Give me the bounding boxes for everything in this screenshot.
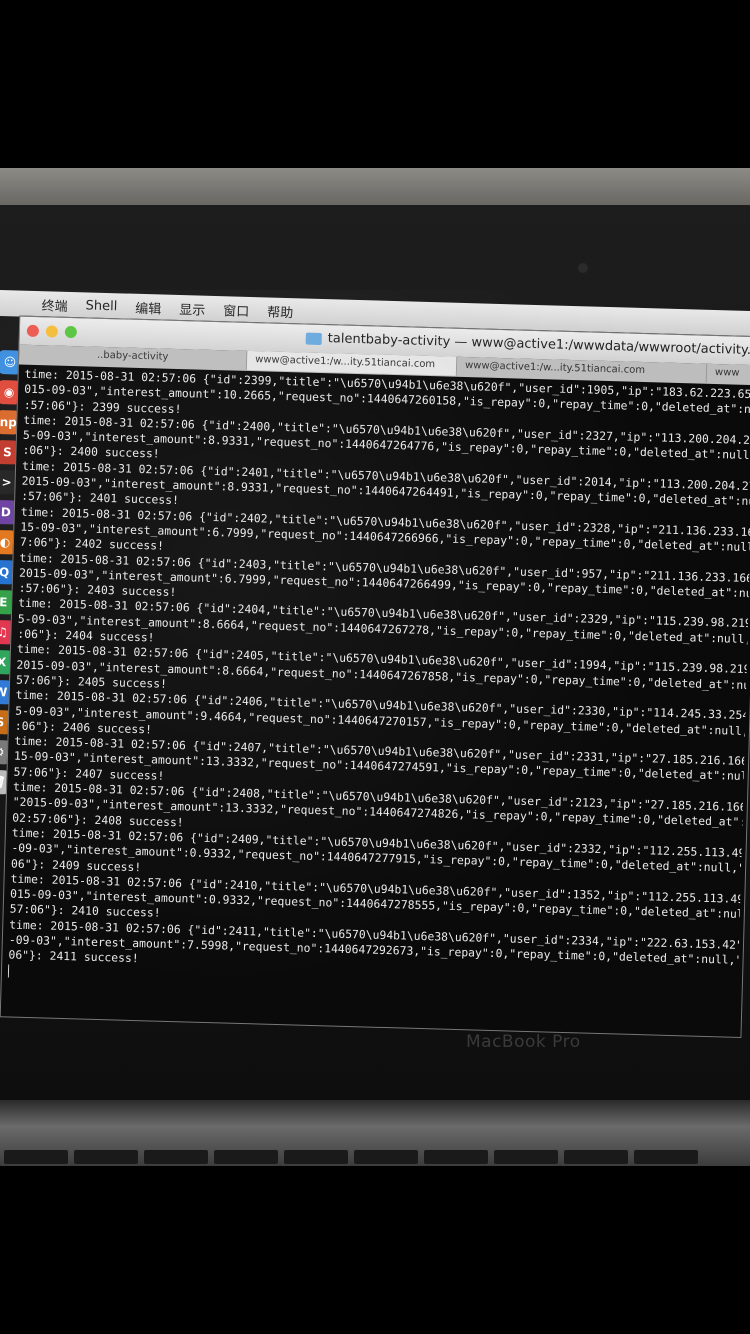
menu-item-help[interactable]: 帮助: [267, 301, 294, 321]
menu-item-terminal[interactable]: 终端: [41, 295, 68, 315]
minimize-button[interactable]: [45, 325, 59, 338]
zoom-button[interactable]: [64, 325, 78, 339]
close-button[interactable]: [26, 324, 40, 338]
key: [424, 1150, 488, 1164]
laptop-screen: 终端 Shell 编辑 显示 窗口 帮助 ☺ ◉ np S > D ◐ Q E ♫ X W S ⚙ 🗑 ta…: [0, 290, 750, 1076]
key: [214, 1150, 278, 1164]
text-cursor: [7, 964, 10, 978]
key: [634, 1150, 698, 1164]
key: [284, 1150, 348, 1164]
camera-icon: [578, 263, 588, 273]
key: [144, 1150, 208, 1164]
key: [74, 1150, 138, 1164]
key: [354, 1150, 418, 1164]
tab-www[interactable]: www: [706, 363, 750, 385]
key: [564, 1150, 628, 1164]
key: [4, 1150, 68, 1164]
menu-item-view[interactable]: 显示: [179, 299, 206, 319]
menu-item-edit[interactable]: 编辑: [135, 297, 162, 317]
folder-icon: [305, 332, 322, 345]
terminal-window: talentbaby-activity — www@active1:/wwwda…: [0, 315, 750, 1038]
laptop-brand: MacBook Pro: [466, 1032, 581, 1052]
menu-item-window[interactable]: 窗口: [223, 300, 250, 320]
terminal-output[interactable]: time: 2015-08-31 02:57:06 {"id":2399,"ti…: [7, 367, 750, 1027]
key: [494, 1150, 558, 1164]
menu-item-shell[interactable]: Shell: [85, 298, 117, 314]
keyboard-row: [0, 1150, 750, 1166]
